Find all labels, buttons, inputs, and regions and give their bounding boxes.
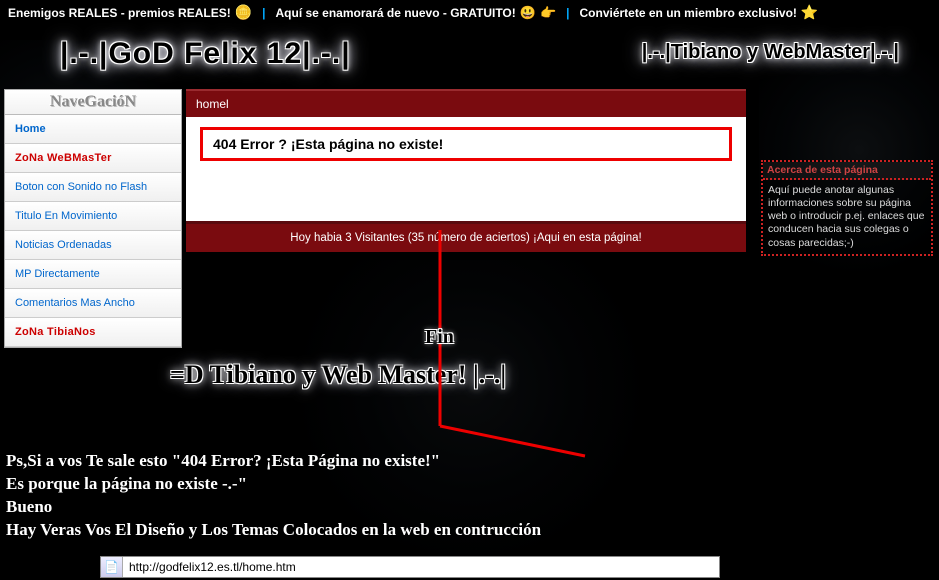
nav-zona-tibianos[interactable]: ZoNa TibiaNos [5, 318, 181, 347]
content-area: homel 404 Error ? ¡Esta página no existe… [186, 89, 746, 252]
nav-boton-sonido[interactable]: Boton con Sonido no Flash [5, 173, 181, 202]
instruction-line: Hay Veras Vos El Diseño y Los Temas Colo… [6, 519, 541, 542]
banner: |.-.|GoD Felix 12|.-.| |.-.|Tibiano y We… [0, 25, 939, 89]
address-bar: 📄 [100, 556, 720, 578]
site-title-left: |.-.|GoD Felix 12|.-.| [60, 37, 351, 71]
instruction-line: Ps,Si a vos Te sale esto "404 Error? ¡Es… [6, 450, 541, 473]
coins-icon: 🪙 [235, 4, 252, 21]
sidebar: NaveGacióN Home ZoNa WeBMasTer Boton con… [4, 89, 182, 348]
star-icon: ⭐ [801, 4, 818, 21]
top-link-2[interactable]: Aquí se enamorará de nuevo - GRATUITO! [276, 6, 516, 20]
separator: | [262, 6, 265, 20]
about-box-heading: Acerca de esta página [763, 162, 931, 180]
separator: | [566, 6, 569, 20]
about-box-body: Aquí puede anotar algunas informaciones … [763, 180, 931, 254]
fin-label: Fin [425, 326, 454, 349]
nav-comentarios[interactable]: Comentarios Mas Ancho [5, 289, 181, 318]
error-404-box: 404 Error ? ¡Esta página no existe! [200, 127, 732, 161]
nav-zona-webmaster[interactable]: ZoNa WeBMasTer [5, 144, 181, 173]
sidebar-heading-text: NaveGacióN [50, 93, 136, 110]
nav-mp[interactable]: MP Directamente [5, 260, 181, 289]
smiley-icon: 😃 [520, 5, 536, 21]
page-icon: 📄 [101, 557, 123, 577]
site-title-right: |.-.|Tibiano y WebMaster|.-.| [642, 41, 899, 71]
top-link-3[interactable]: Conviértete en un miembro exclusivo! [580, 6, 797, 20]
sidebar-heading: NaveGacióN [5, 90, 181, 115]
url-input[interactable] [123, 560, 719, 574]
big-tagline: =D Tibiano y Web Master! |.-.| [170, 360, 506, 390]
thumbs-icon: 👉 [540, 5, 556, 21]
about-box: Acerca de esta página Aquí puede anotar … [761, 160, 933, 256]
visitor-counter: Hoy habia 3 Visitantes (35 número de aci… [186, 221, 746, 252]
nav-titulo-movimiento[interactable]: Titulo En Movimiento [5, 202, 181, 231]
nav-home[interactable]: Home [5, 115, 181, 144]
instruction-line: Es porque la página no existe -.-" [6, 473, 541, 496]
nav-noticias[interactable]: Noticias Ordenadas [5, 231, 181, 260]
top-link-1[interactable]: Enemigos REALES - premios REALES! [8, 6, 231, 20]
instruction-line: Bueno [6, 496, 541, 519]
breadcrumb: homel [186, 89, 746, 117]
content-body: 404 Error ? ¡Esta página no existe! [186, 117, 746, 221]
instruction-text: Ps,Si a vos Te sale esto "404 Error? ¡Es… [6, 450, 541, 542]
top-link-bar: Enemigos REALES - premios REALES! 🪙 | Aq… [0, 0, 939, 25]
